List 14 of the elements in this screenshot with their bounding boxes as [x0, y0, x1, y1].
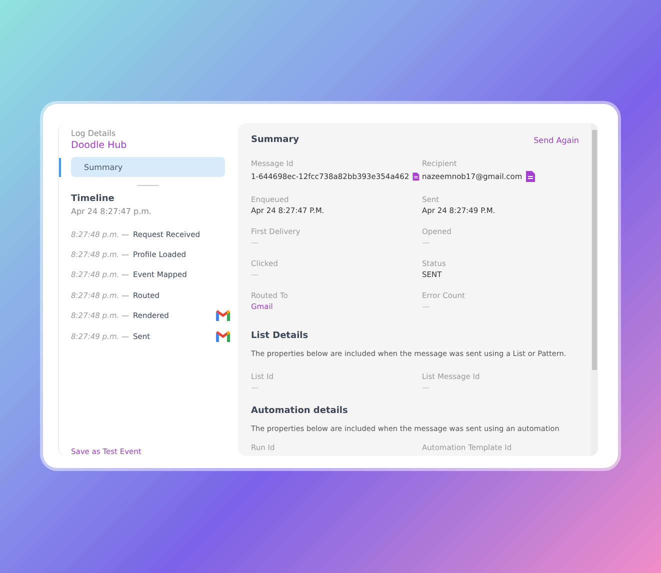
nav-tab[interactable]: Summary	[71, 157, 225, 177]
scrollbar[interactable]	[591, 123, 598, 456]
mail-m-icon	[216, 330, 230, 342]
document-icon[interactable]	[412, 170, 420, 183]
timeline-start: Apr 24 8:27:47 p.m.	[70, 207, 152, 216]
document-icon[interactable]	[525, 170, 536, 183]
section-title: List Details	[251, 331, 310, 341]
timeline-title: Timeline	[70, 194, 116, 204]
section-title: Summary	[251, 135, 300, 145]
section-title: Automation details	[251, 406, 349, 416]
send-again-link[interactable]: Send Again	[534, 136, 579, 144]
panel-title: Doodle Hub	[70, 140, 128, 151]
mail-m-icon	[216, 310, 230, 322]
panel-eyebrow: Log Details	[70, 129, 117, 138]
